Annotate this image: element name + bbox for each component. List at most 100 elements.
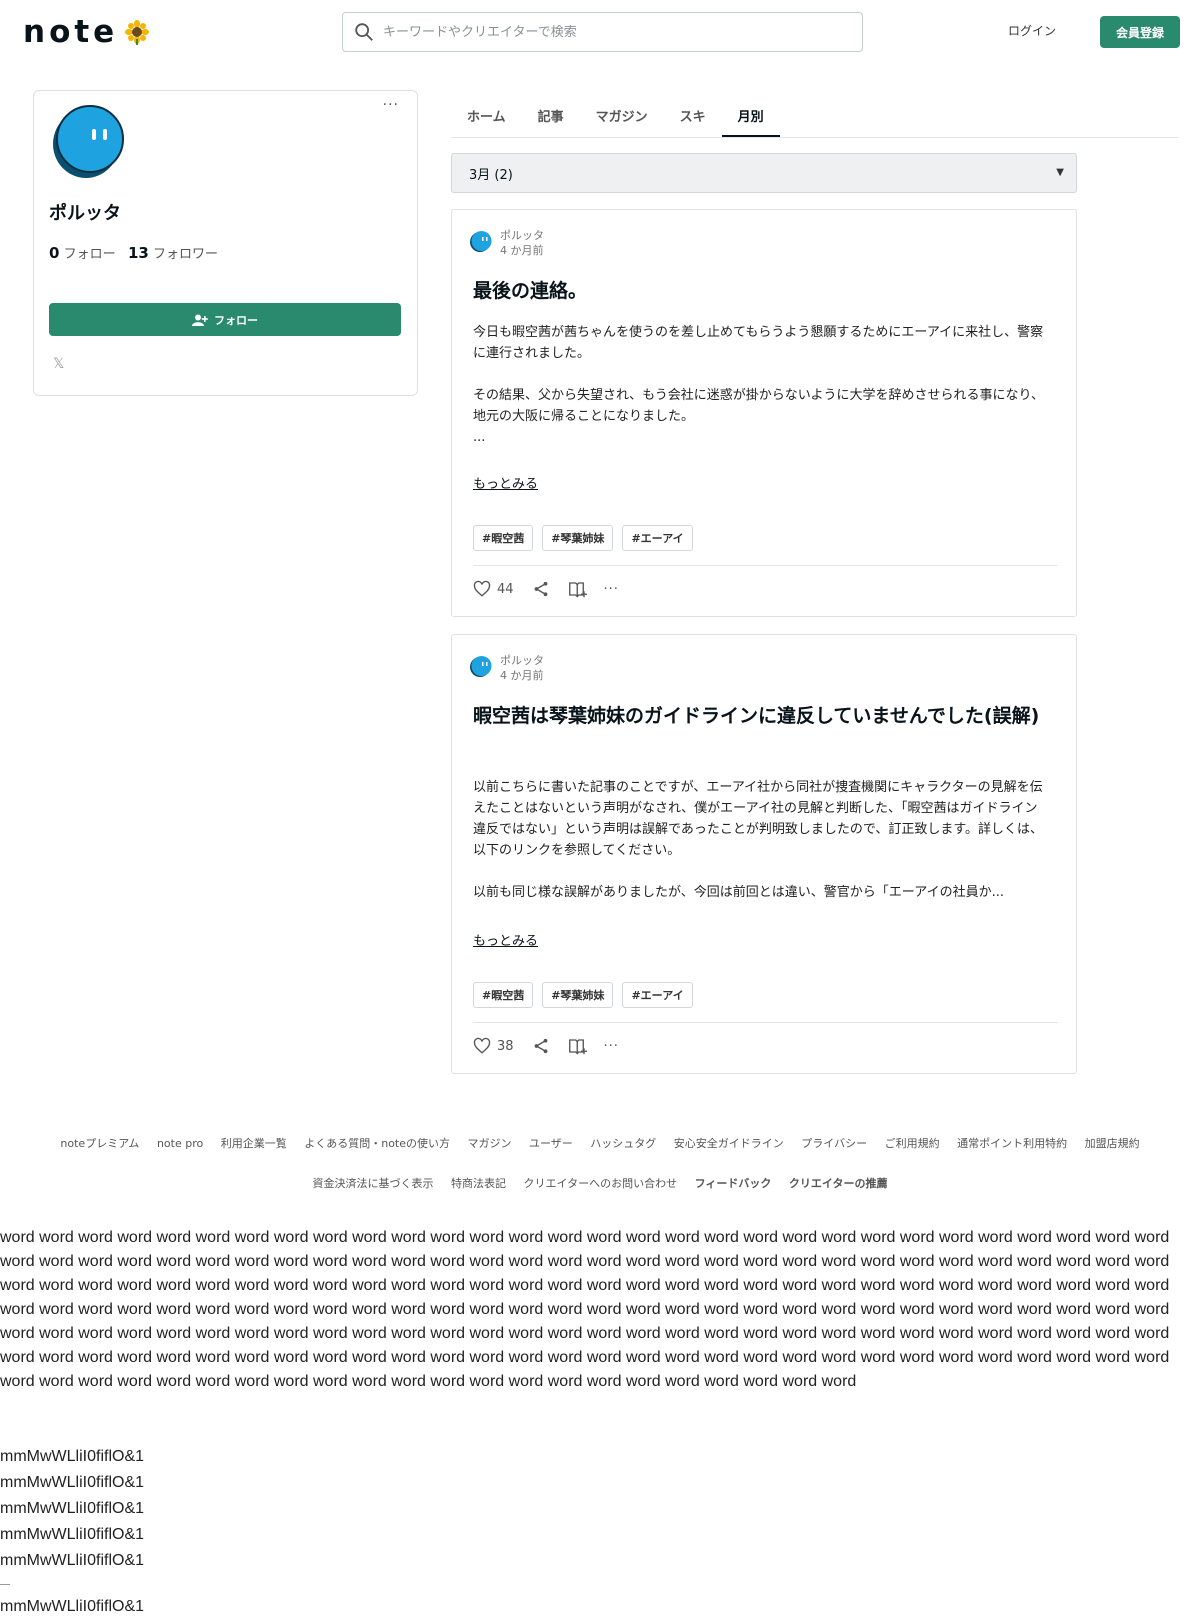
article-title[interactable]: 最後の連絡。 — [473, 276, 1063, 306]
hashtag[interactable]: #暇空茜 — [473, 982, 534, 1008]
footer-link[interactable]: 利用企業一覧 — [221, 1137, 287, 1150]
article-excerpt: 以前こちらに書いた記事のことですが、エーアイ社から同社が捜査機関にキャラクターの… — [473, 777, 1048, 903]
footer-link[interactable]: ご利用規約 — [885, 1137, 940, 1150]
tag-list: #暇空茜 #琴葉姉妹 #エーアイ — [473, 982, 693, 1008]
add-user-icon — [192, 314, 208, 326]
follow-button-label: フォロー — [214, 313, 258, 327]
excerpt-line: ... — [473, 430, 486, 445]
glyph-test-line: mmMwWLliI0fiflO&1 — [0, 1552, 145, 1569]
article-meta: ポルッタ 4 か月前 — [470, 653, 544, 683]
excerpt-line: その結果、父から失望され、もう会社に迷惑が掛からないように大学を辞めさせられる事… — [473, 388, 1044, 424]
card-divider — [473, 1022, 1058, 1023]
post-time: 4 か月前 — [500, 244, 544, 257]
profile-tabs: ホーム 記事 マガジン スキ 月別 — [451, 96, 1179, 138]
article-title[interactable]: 暇空茜は琴葉姉妹のガイドラインに違反していませんでした(誤解) — [473, 701, 1063, 731]
followers-count[interactable]: 13 — [128, 244, 149, 262]
article-card[interactable]: ポルッタ 4 か月前 最後の連絡。 今日も暇空茜が茜ちゃんを使うのを差し止めても… — [451, 209, 1077, 617]
footer-link[interactable]: 資金決済法に基づく表示 — [313, 1177, 434, 1190]
caret-down-icon: ▼ — [1056, 167, 1064, 178]
logo-text: note — [23, 14, 119, 50]
article-actions: 44 ··· — [473, 580, 619, 598]
search-input[interactable] — [383, 24, 823, 40]
excerpt-line: 今日も暇空茜が茜ちゃんを使うのを差し止めてもらうよう懇願するためにエーアイに来社… — [473, 325, 1044, 361]
top-header: note ログイン 会員登録 — [0, 0, 1200, 64]
footer-links-row1: noteプレミアム note pro 利用企業一覧 よくある質問・noteの使い… — [0, 1135, 1200, 1151]
search-box[interactable] — [342, 12, 863, 52]
author-name[interactable]: ポルッタ — [500, 653, 544, 668]
excerpt-line: 以前こちらに書いた記事のことですが、エーアイ社から同社が捜査機関にキャラクターの… — [473, 780, 1044, 858]
glyph-test-line: mmMwWLliI0fiflO&1 — [0, 1598, 145, 1615]
tab-home[interactable]: ホーム — [451, 96, 522, 137]
add-to-magazine-icon[interactable] — [568, 580, 588, 598]
author-avatar[interactable] — [470, 655, 492, 678]
profile-more-icon[interactable]: ··· — [383, 97, 399, 113]
login-link[interactable]: ログイン — [1008, 22, 1056, 39]
footer-link[interactable]: 安心安全ガイドライン — [674, 1137, 784, 1150]
article-actions: 38 ··· — [473, 1037, 619, 1055]
profile-card: ··· ポルッタ 0 フォロー 13 フォロワー フォロー 𝕏 — [33, 90, 418, 396]
glyph-test-line: mmMwWLliI0fiflO&1 — [0, 1474, 145, 1491]
hashtag[interactable]: #琴葉姉妹 — [542, 525, 614, 551]
author-name[interactable]: ポルッタ — [500, 228, 544, 243]
heart-icon[interactable] — [473, 1037, 491, 1055]
footer-link[interactable]: noteプレミアム — [60, 1137, 139, 1150]
profile-name: ポルッタ — [49, 203, 121, 224]
search-icon — [355, 23, 373, 41]
hashtag[interactable]: #琴葉姉妹 — [542, 982, 614, 1008]
follow-stats: 0 フォロー 13 フォロワー — [49, 243, 218, 262]
footer-link[interactable]: 特商法表記 — [451, 1177, 506, 1190]
footer-link[interactable]: ユーザー — [529, 1137, 573, 1150]
article-meta: ポルッタ 4 か月前 — [470, 228, 544, 258]
footer-link[interactable]: よくある質問・noteの使い方 — [304, 1137, 450, 1150]
post-time: 4 か月前 — [500, 669, 544, 682]
glyph-test-line: mmMwWLliI0fiflO&1 — [0, 1448, 145, 1465]
hashtag[interactable]: #エーアイ — [622, 525, 693, 551]
avatar — [53, 105, 124, 178]
follow-button[interactable]: フォロー — [49, 303, 401, 336]
tab-articles[interactable]: 記事 — [522, 96, 580, 137]
signup-button[interactable]: 会員登録 — [1100, 16, 1180, 48]
month-select-value: 3月 (2) — [469, 167, 513, 183]
add-to-magazine-icon[interactable] — [568, 1037, 588, 1055]
more-options-icon[interactable]: ··· — [604, 582, 619, 597]
divider-dash — [0, 1584, 10, 1585]
author-avatar[interactable] — [470, 230, 492, 253]
card-divider — [473, 565, 1058, 566]
excerpt-line: 以前も同じ様な誤解がありましたが、今回は前回とは違い、警官から「エーアイの社員か… — [473, 885, 1004, 900]
following-count[interactable]: 0 — [49, 244, 59, 262]
tab-monthly[interactable]: 月別 — [721, 96, 780, 137]
tab-magazines[interactable]: マガジン — [580, 96, 664, 137]
footer-links-row2: 資金決済法に基づく表示 特商法表記 クリエイターへのお問い合わせ フィードバック… — [0, 1175, 1200, 1191]
footer-link[interactable]: クリエイターへのお問い合わせ — [524, 1177, 678, 1190]
read-more-link[interactable]: もっとみる — [473, 473, 538, 492]
footer-link[interactable]: 加盟店規約 — [1085, 1137, 1140, 1150]
article-excerpt: 今日も暇空茜が茜ちゃんを使うのを差し止めてもらうよう懇願するためにエーアイに来社… — [473, 322, 1048, 448]
month-select[interactable]: 3月 (2) ▼ — [451, 153, 1077, 193]
hashtag[interactable]: #暇空茜 — [473, 525, 534, 551]
note-logo[interactable]: note — [23, 15, 150, 49]
tab-likes[interactable]: スキ — [664, 96, 722, 137]
glyph-test-line: mmMwWLliI0fiflO&1 — [0, 1500, 145, 1517]
footer-link[interactable]: 通常ポイント利用特約 — [957, 1137, 1067, 1150]
footer-link[interactable]: ハッシュタグ — [590, 1137, 656, 1150]
hashtag[interactable]: #エーアイ — [622, 982, 693, 1008]
x-icon[interactable]: 𝕏 — [53, 356, 64, 372]
sunflower-icon — [125, 20, 150, 45]
creator-recommend-link[interactable]: クリエイターの推薦 — [789, 1177, 888, 1190]
footer-link[interactable]: プライバシー — [801, 1137, 867, 1150]
following-label[interactable]: フォロー — [64, 247, 116, 262]
article-card[interactable]: ポルッタ 4 か月前 暇空茜は琴葉姉妹のガイドラインに違反していませんでした(誤… — [451, 634, 1077, 1074]
feedback-link[interactable]: フィードバック — [695, 1177, 772, 1190]
read-more-link[interactable]: もっとみる — [473, 930, 538, 949]
share-icon[interactable] — [532, 1037, 550, 1055]
more-options-icon[interactable]: ··· — [604, 1039, 619, 1054]
share-icon[interactable] — [532, 580, 550, 598]
footer-link[interactable]: マガジン — [468, 1137, 512, 1150]
word-text-block: word word word word word word word word … — [0, 1229, 1170, 1390]
like-count[interactable]: 38 — [497, 1039, 514, 1054]
heart-icon[interactable] — [473, 580, 491, 598]
like-count[interactable]: 44 — [497, 582, 514, 597]
glyph-test-line: mmMwWLliI0fiflO&1 — [0, 1526, 145, 1543]
footer-link[interactable]: note pro — [157, 1137, 203, 1150]
followers-label[interactable]: フォロワー — [153, 247, 218, 262]
